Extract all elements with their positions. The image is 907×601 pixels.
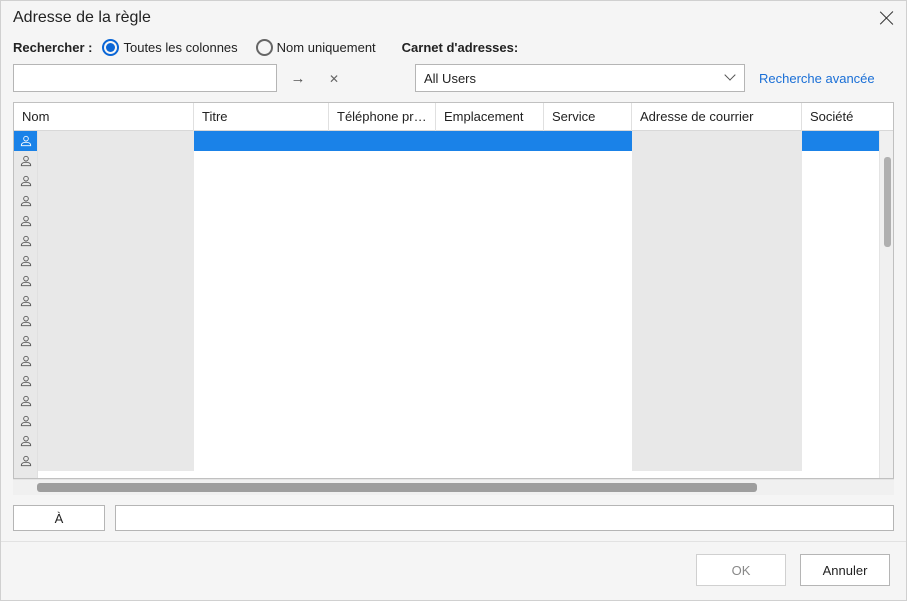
person-icon[interactable] — [14, 271, 37, 291]
table-row[interactable] — [38, 311, 879, 331]
col-service[interactable]: Service — [544, 103, 632, 131]
col-telephone[interactable]: Téléphone pro... — [329, 103, 436, 131]
person-icon[interactable] — [14, 191, 37, 211]
person-icon[interactable] — [14, 351, 37, 371]
rows-area — [38, 131, 879, 478]
to-button[interactable]: À — [13, 505, 105, 531]
table-row[interactable] — [38, 271, 879, 291]
col-nom[interactable]: Nom — [14, 103, 194, 131]
radio-icon — [256, 39, 273, 56]
ok-button-label: OK — [732, 563, 751, 578]
to-row: À — [1, 495, 906, 537]
cancel-button-label: Annuler — [823, 563, 868, 578]
table-row[interactable] — [38, 431, 879, 451]
table-header: Nom Titre Téléphone pro... Emplacement S… — [14, 103, 893, 131]
arrow-right-icon — [291, 70, 306, 87]
person-icon[interactable] — [14, 311, 37, 331]
person-icon[interactable] — [14, 251, 37, 271]
search-row: All Users Recherche avancée — [1, 64, 906, 102]
table-row[interactable] — [38, 451, 879, 471]
person-icon[interactable] — [14, 391, 37, 411]
person-icon[interactable] — [14, 411, 37, 431]
chevron-down-icon — [726, 73, 736, 83]
table-row[interactable] — [38, 171, 879, 191]
search-options-row: Rechercher : Toutes les colonnes Nom uni… — [1, 35, 906, 64]
ok-button[interactable]: OK — [696, 554, 786, 586]
address-book-area: All Users Recherche avancée — [415, 64, 875, 92]
address-book-selected: All Users — [424, 71, 476, 86]
person-icon[interactable] — [14, 171, 37, 191]
radio-all-columns[interactable]: Toutes les colonnes — [102, 39, 237, 56]
address-book-select[interactable]: All Users — [415, 64, 745, 92]
to-button-label: À — [55, 511, 64, 526]
table-row[interactable] — [38, 331, 879, 351]
table-row[interactable] — [38, 411, 879, 431]
row-icon-column — [14, 131, 38, 478]
titlebar: Adresse de la règle — [1, 1, 906, 35]
clear-button[interactable] — [319, 64, 349, 92]
table-row[interactable] — [38, 231, 879, 251]
person-icon[interactable] — [14, 431, 37, 451]
scroll-thumb[interactable] — [884, 157, 891, 247]
person-icon[interactable] — [14, 331, 37, 351]
col-courrier[interactable]: Adresse de courrier — [632, 103, 802, 131]
results-table: Nom Titre Téléphone pro... Emplacement S… — [13, 102, 894, 479]
table-body — [14, 131, 893, 478]
table-row[interactable] — [38, 291, 879, 311]
scroll-thumb[interactable] — [37, 483, 757, 492]
radio-name-only[interactable]: Nom uniquement — [256, 39, 376, 56]
person-icon[interactable] — [14, 451, 37, 471]
person-icon[interactable] — [14, 151, 37, 171]
dialog-buttons: OK Annuler — [1, 541, 906, 600]
rule-address-dialog: Adresse de la règle Rechercher : Toutes … — [0, 0, 907, 601]
table-row[interactable] — [38, 211, 879, 231]
vertical-scrollbar[interactable] — [879, 131, 893, 478]
address-book-label: Carnet d'adresses: — [402, 40, 519, 55]
col-emplacement[interactable]: Emplacement — [436, 103, 544, 131]
advanced-search-link[interactable]: Recherche avancée — [759, 71, 875, 86]
table-row[interactable] — [38, 251, 879, 271]
table-row[interactable] — [38, 151, 879, 171]
radio-icon — [102, 39, 119, 56]
radio-name-only-label: Nom uniquement — [277, 40, 376, 55]
close-icon[interactable] — [878, 9, 896, 27]
search-input[interactable] — [13, 64, 277, 92]
radio-all-columns-label: Toutes les colonnes — [123, 40, 237, 55]
dialog-title: Adresse de la règle — [13, 9, 151, 27]
horizontal-scrollbar[interactable] — [13, 479, 894, 495]
person-icon[interactable] — [14, 371, 37, 391]
person-icon[interactable] — [14, 291, 37, 311]
close-icon — [329, 71, 339, 86]
person-icon[interactable] — [14, 131, 37, 151]
person-icon[interactable] — [14, 211, 37, 231]
table-row[interactable] — [38, 371, 879, 391]
table-row[interactable] — [38, 351, 879, 371]
col-titre[interactable]: Titre — [194, 103, 329, 131]
table-row[interactable] — [38, 131, 879, 151]
col-societe[interactable]: Société — [802, 103, 879, 131]
person-icon[interactable] — [14, 231, 37, 251]
search-label: Rechercher : — [13, 40, 92, 55]
to-field[interactable] — [115, 505, 894, 531]
cancel-button[interactable]: Annuler — [800, 554, 890, 586]
table-row[interactable] — [38, 191, 879, 211]
go-button[interactable] — [283, 64, 313, 92]
table-row[interactable] — [38, 391, 879, 411]
